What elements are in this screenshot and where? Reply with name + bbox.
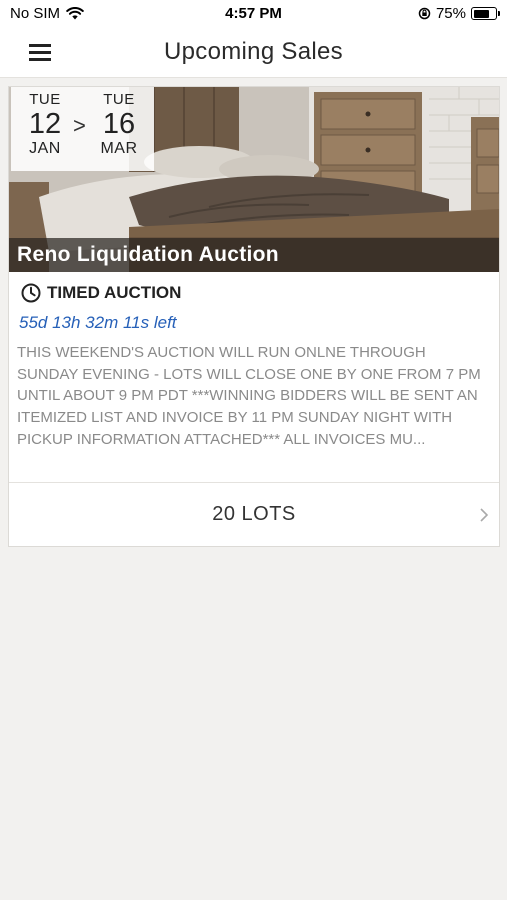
battery-percent: 75% [435,5,466,22]
sale-type-row: TIMED AUCTION [21,283,181,303]
end-date: TUE 16 MAR [91,91,147,158]
chevron-right-icon [480,508,489,522]
battery-level [473,9,490,18]
battery-icon [471,7,500,20]
sale-type: TIMED AUCTION [47,283,182,302]
sale-title: Reno Liquidation Auction [17,243,279,266]
time-remaining: 55d 13h 32m 11s left [19,313,177,332]
orientation-lock-icon [418,7,431,20]
date-range-arrow: > [73,113,86,138]
start-month: JAN [29,140,61,157]
sale-title-bar: Reno Liquidation Auction [9,238,499,272]
lots-button[interactable]: 20 LOTS [9,483,499,547]
clock-icon [21,283,41,303]
page-title: Upcoming Sales [164,38,343,65]
status-right: 75% [418,5,500,22]
nav-bar: Upcoming Sales [0,28,507,78]
end-day-of-week: TUE [103,91,135,108]
start-date: TUE 12 JAN [17,91,73,158]
end-day: 16 [102,108,136,140]
sale-description: THIS WEEKEND'S AUCTION WILL RUN ONLNE TH… [17,344,481,448]
sale-hero-image: TUE 12 JAN > TUE 16 MAR Reno Liquidation… [9,87,499,272]
end-month: MAR [100,140,138,157]
lots-count: 20 LOTS [212,503,296,525]
sale-card[interactable]: TUE 12 JAN > TUE 16 MAR Reno Liquidation… [8,86,500,547]
start-day-of-week: TUE [29,91,61,108]
date-range-badge: TUE 12 JAN > TUE 16 MAR [11,87,154,171]
start-day: 12 [28,108,62,140]
status-bar: No SIM 4:57 PM 75% [0,0,507,28]
